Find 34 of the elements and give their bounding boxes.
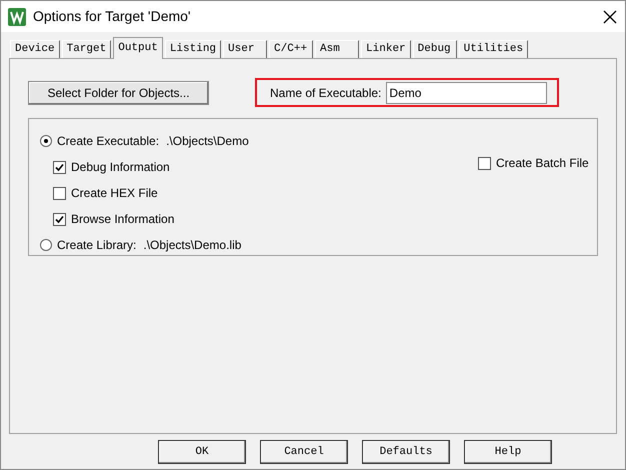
- close-icon[interactable]: [603, 10, 617, 24]
- tab[interactable]: Output: [113, 37, 163, 59]
- checkbox-label: Browse Information: [71, 211, 174, 228]
- tab[interactable]: Target: [62, 40, 112, 58]
- radio-button[interactable]: [40, 239, 52, 251]
- checkbox-label: Debug Information: [71, 159, 170, 176]
- dialog-button[interactable]: Cancel: [260, 440, 348, 464]
- field-label: Name of Executable:: [270, 84, 382, 102]
- dialog-button[interactable]: Help: [464, 440, 552, 464]
- radio-button[interactable]: [40, 135, 52, 147]
- checkbox-label: Create Batch File: [496, 155, 589, 172]
- tab[interactable]: Utilities: [458, 40, 528, 58]
- dialog-button[interactable]: OK: [158, 440, 246, 464]
- tab[interactable]: Debug: [412, 40, 457, 58]
- checkbox[interactable]: [478, 156, 491, 170]
- checkbox[interactable]: [53, 186, 66, 200]
- output-path: .\Objects\Demo.lib: [143, 237, 242, 254]
- tab[interactable]: Listing: [164, 40, 222, 58]
- select-folder-button[interactable]: Select Folder for Objects...: [28, 80, 209, 104]
- executable-name-field[interactable]: Demo: [386, 82, 548, 104]
- radio-label: Create Library:: [57, 237, 136, 254]
- window-title: Options for Target 'Demo': [33, 7, 191, 26]
- tab[interactable]: Linker: [361, 40, 411, 58]
- tab[interactable]: C/C++: [269, 40, 314, 58]
- checkbox[interactable]: [53, 212, 66, 226]
- checkbox-label: Create HEX File: [71, 185, 158, 202]
- output-path: .\Objects\Demo: [166, 133, 249, 150]
- tab[interactable]: Device: [10, 40, 60, 58]
- checkbox[interactable]: [53, 160, 66, 174]
- radio-label: Create Executable:: [57, 133, 160, 150]
- tab[interactable]: User: [223, 40, 268, 58]
- dialog-button[interactable]: Defaults: [362, 440, 450, 464]
- app-logo-icon: [8, 8, 26, 26]
- tab[interactable]: Asm: [315, 40, 360, 58]
